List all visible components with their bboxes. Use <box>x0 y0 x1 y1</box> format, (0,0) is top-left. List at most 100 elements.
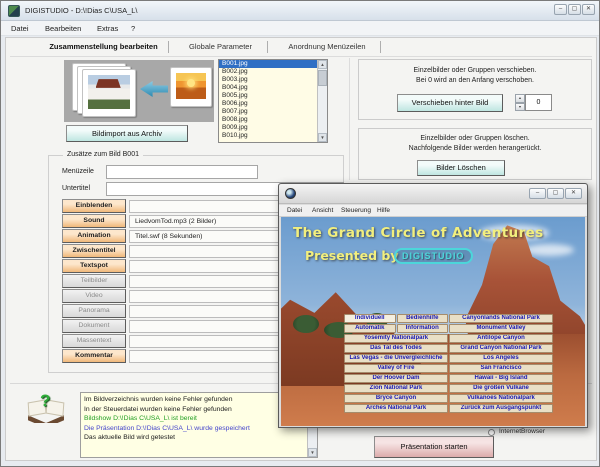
pres-menu-ansicht[interactable]: Ansicht <box>312 207 333 214</box>
menu-cell[interactable]: Automatik <box>344 324 396 333</box>
internet-browser-label: InternetBrowser <box>499 428 545 435</box>
scroll-thumb[interactable] <box>318 70 327 86</box>
menu-cell[interactable]: Grand Canyon National Park <box>449 344 553 353</box>
pres-menu-datei[interactable]: Datei <box>287 207 302 214</box>
menu-cell[interactable]: Arches National Park <box>344 404 448 413</box>
menu-help[interactable]: ? <box>131 24 135 33</box>
menu-cell[interactable]: Canyonlands National Park <box>449 314 553 323</box>
delete-group: Einzelbilder oder Gruppen löschen. Nachf… <box>358 128 592 180</box>
verschieben-button[interactable]: Verschieben hinter Bild <box>397 94 503 112</box>
archive-slide <box>170 67 212 107</box>
menu-cell[interactable]: Der Hoover Dam <box>344 374 448 383</box>
app-icon <box>8 5 20 17</box>
button-zwischentitel[interactable]: Zwischentitel <box>62 244 126 258</box>
menu-cell[interactable]: Bryce Canyon <box>344 394 448 403</box>
menu-cell[interactable]: Zion National Park <box>344 384 448 393</box>
bilder-loeschen-button[interactable]: Bilder Löschen <box>417 160 505 176</box>
menu-cell[interactable]: San Francisco <box>449 364 553 373</box>
spinner-up-icon[interactable]: ▲ <box>515 94 525 103</box>
sunset-photo <box>176 73 206 99</box>
list-item[interactable]: B004.jpg <box>219 84 317 92</box>
menu-cell[interactable]: Die großen Vulkane <box>449 384 553 393</box>
menu-cell[interactable]: Information <box>397 324 449 333</box>
list-item[interactable]: B006.jpg <box>219 100 317 108</box>
menu-cell[interactable]: Los Angeles <box>449 354 553 363</box>
menu-cell[interactable]: Hawaii - Big Island <box>449 374 553 383</box>
tab-zusammenstellung[interactable]: Zusammenstellung bearbeiten <box>46 42 161 51</box>
presentation-title-bar: – ▢ ✕ <box>279 184 587 204</box>
button-massentext[interactable]: Massentext <box>62 334 126 348</box>
digistudio-window: DIGISTUDIO - D:\!Dias C\USA_L\ – ▢ ✕ Dat… <box>0 0 600 467</box>
move-target-value[interactable]: 0 <box>525 94 552 111</box>
menu-cell[interactable]: Vulkanoes Nationalpark <box>449 394 553 403</box>
menuzeile-input[interactable] <box>106 165 258 179</box>
menu-extras[interactable]: Extras <box>97 24 118 33</box>
presentation-title: The Grand Circle of Adventures <box>293 225 544 241</box>
list-scrollbar[interactable]: ▲ ▼ <box>317 60 327 142</box>
button-textspot[interactable]: Textspot <box>62 259 126 273</box>
menu-cell[interactable]: Las Vegas - die Unvergleichliche <box>344 354 448 363</box>
scroll-down-icon[interactable]: ▼ <box>318 133 327 142</box>
move-text-2: Bei 0 wird an den Anfang verschoben. <box>359 77 591 84</box>
scroll-up-icon[interactable]: ▲ <box>318 60 327 69</box>
import-arrow-icon <box>140 81 168 97</box>
pres-menu-steuerung[interactable]: Steuerung <box>341 207 371 214</box>
list-item[interactable]: B008.jpg <box>219 116 317 124</box>
menu-cell[interactable]: Zurück zum Ausgangspunkt <box>449 404 553 413</box>
button-teilbilder[interactable]: Teilbilder <box>62 274 126 288</box>
menu-cell[interactable]: Das Tal des Todes <box>344 344 448 353</box>
zusaetze-title: Zusätze zum Bild B001 <box>63 151 143 158</box>
list-item[interactable]: B009.jpg <box>219 124 317 132</box>
question-mark-icon: ? <box>40 391 50 411</box>
list-item[interactable]: B003.jpg <box>219 76 317 84</box>
tab-anordnung-menuezeilen[interactable]: Anordnung Menüzeilen <box>278 42 376 51</box>
list-item[interactable]: B001.jpg <box>219 60 317 68</box>
pres-maximize-button[interactable]: ▢ <box>547 188 564 199</box>
menu-bearbeiten[interactable]: Bearbeiten <box>45 24 81 33</box>
tab-globale-parameter[interactable]: Globale Parameter <box>178 42 263 51</box>
bildimport-button[interactable]: Bildimport aus Archiv <box>66 125 188 142</box>
close-button[interactable]: ✕ <box>582 4 595 15</box>
list-item[interactable]: B005.jpg <box>219 92 317 100</box>
button-dokument[interactable]: Dokument <box>62 319 126 333</box>
button-panorama[interactable]: Panorama <box>62 304 126 318</box>
praesentation-starten-button[interactable]: Präsentation starten <box>374 436 494 458</box>
pres-menu-hilfe[interactable]: Hilfe <box>377 207 390 214</box>
menuzeile-label: Menüzeile <box>62 168 94 175</box>
menu-cell[interactable]: Individuell <box>344 314 396 323</box>
pres-close-button[interactable]: ✕ <box>565 188 582 199</box>
slide-stack-front <box>82 69 136 117</box>
menu-cell[interactable]: Antilope Canyon <box>449 334 553 343</box>
digistudio-logo: DIGISTUDIO <box>394 248 473 264</box>
button-einblenden[interactable]: Einblenden <box>62 199 126 213</box>
menu-cell[interactable]: Bedienhilfe <box>397 314 449 323</box>
image-list[interactable]: B001.jpg B002.jpg B003.jpg B004.jpg B005… <box>218 59 328 143</box>
list-item[interactable]: B002.jpg <box>219 68 317 76</box>
minimize-button[interactable]: – <box>554 4 567 15</box>
status-line: Im Bildverzeichnis wurden keine Fehler g… <box>84 396 232 403</box>
presentation-menu-grid: Individuell Bedienhilfe Canyonlands Nati… <box>344 314 553 414</box>
button-sound[interactable]: Sound <box>62 214 126 228</box>
help-book-icon[interactable]: ? <box>26 393 66 429</box>
presentation-app-icon <box>285 188 296 199</box>
list-item[interactable]: B007.jpg <box>219 108 317 116</box>
button-video[interactable]: Video <box>62 289 126 303</box>
internet-browser-radio[interactable] <box>488 429 495 436</box>
presentation-window: – ▢ ✕ Datei Ansicht Steuerung Hilfe The … <box>278 183 588 428</box>
menu-cell[interactable]: Valley of Fire <box>344 364 448 373</box>
menu-cell[interactable]: Yosemity Nationalpark <box>344 334 448 343</box>
maximize-button[interactable]: ▢ <box>568 4 581 15</box>
button-animation[interactable]: Animation <box>62 229 126 243</box>
status-line: Das aktuelle Bild wird getestet <box>84 434 175 441</box>
move-group: Einzelbilder oder Gruppen verschieben. B… <box>358 59 592 120</box>
menu-cell[interactable]: Monument Valley <box>449 324 553 333</box>
move-target-spinner: ▲ ▼ 0 <box>515 94 552 111</box>
button-kommentar[interactable]: Kommentar <box>62 349 126 363</box>
scroll-down-icon[interactable]: ▼ <box>308 448 317 457</box>
status-line: Die Präsentation D:\!Dias C\USA_L\ wurde… <box>84 425 250 432</box>
delete-text-1: Einzelbilder oder Gruppen löschen. <box>359 135 591 142</box>
pres-minimize-button[interactable]: – <box>529 188 546 199</box>
menu-datei[interactable]: Datei <box>11 24 29 33</box>
spinner-down-icon[interactable]: ▼ <box>515 103 525 112</box>
list-item[interactable]: B010.jpg <box>219 132 317 140</box>
